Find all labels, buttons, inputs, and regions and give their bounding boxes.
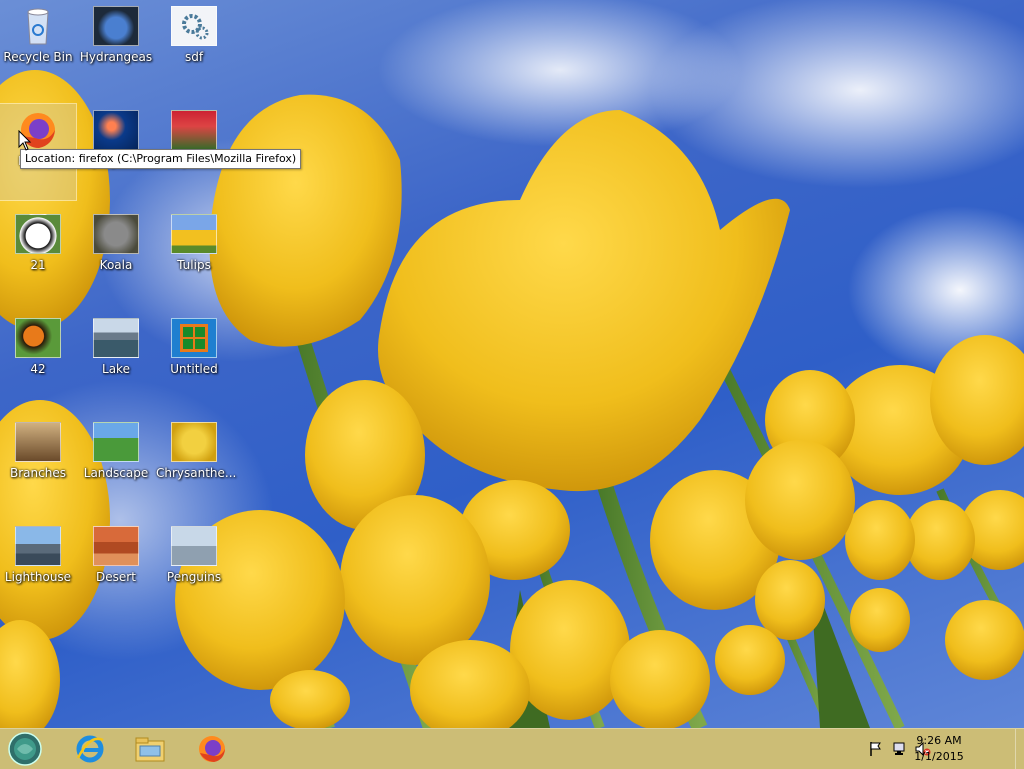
desktop-icon-branches[interactable]: Branches [0, 416, 76, 512]
desktop-icon-hydrangeas[interactable]: Hydrangeas [78, 0, 154, 96]
desktop-icon-desert[interactable]: Desert [78, 520, 154, 616]
taskbar-file-explorer[interactable] [123, 729, 177, 769]
desktop-icon-sdf[interactable]: sdf [156, 0, 232, 96]
image-file-icon [171, 422, 217, 462]
desktop-icon-label: sdf [184, 50, 204, 64]
image-file-icon [93, 6, 139, 46]
image-file-icon [15, 214, 61, 254]
desktop-icon-21[interactable]: 21 [0, 208, 76, 304]
desktop-icon-label: Recycle Bin [3, 50, 73, 64]
start-orb-icon [8, 732, 42, 766]
desktop-icon-label: Chrysanthe... [156, 466, 237, 480]
desktop-icon-label: Branches [10, 466, 66, 480]
desktop-icon-chrysanthe[interactable]: Chrysanthe... [156, 416, 237, 512]
desktop-icon-koala[interactable]: Koala [78, 208, 154, 304]
image-file-icon [93, 422, 139, 462]
image-file-icon [93, 214, 139, 254]
desktop-icon-tulips[interactable]: Tulips [156, 208, 232, 304]
image-file-icon [93, 110, 139, 150]
desktop-icon-label: Landscape [83, 466, 149, 480]
mouse-cursor-icon [18, 130, 32, 151]
system-clock[interactable]: 9:26 AM 1/1/2015 [904, 733, 974, 765]
desktop-icon-label: 21 [30, 258, 46, 272]
firefox-icon [199, 736, 225, 762]
desktop-icon-42[interactable]: 42 [0, 312, 76, 408]
image-file-icon [171, 214, 217, 254]
clock-date: 1/1/2015 [914, 750, 964, 763]
desktop-icon-lighthouse[interactable]: Lighthouse [0, 520, 76, 616]
desktop-icon-label: Lake [102, 362, 130, 376]
image-file-icon [171, 110, 217, 150]
desktop-icon-label: Hydrangeas [79, 50, 153, 64]
flag-icon[interactable] [868, 741, 884, 757]
show-desktop-button[interactable] [1015, 729, 1024, 769]
desktop[interactable]: Recycle BinHydrangeassdfFirefoxJellyfish… [0, 0, 1024, 728]
taskbar-internet-explorer[interactable] [63, 729, 117, 769]
image-file-icon [15, 422, 61, 462]
firefox-location-tooltip: Location: firefox (C:\Program Files\Mozi… [20, 149, 302, 169]
desktop-icon-label: Koala [99, 258, 133, 272]
desktop-icon-label: 42 [30, 362, 46, 376]
desktop-icon-landscape[interactable]: Landscape [78, 416, 154, 512]
taskbar-firefox[interactable] [185, 729, 239, 769]
start-button[interactable] [6, 731, 44, 767]
desktop-icon-penguins[interactable]: Penguins [156, 520, 232, 616]
desktop-icon-untitled[interactable]: Untitled [156, 312, 232, 408]
desktop-icon-lake[interactable]: Lake [78, 312, 154, 408]
image-file-icon [171, 526, 217, 566]
image-file-icon [15, 526, 61, 566]
image-file-icon [93, 318, 139, 358]
desktop-icon-label: Desert [96, 570, 136, 584]
internet-explorer-icon [76, 735, 104, 763]
settings-shortcut-icon [171, 6, 217, 46]
desktop-icon-label: Lighthouse [4, 570, 72, 584]
image-file-icon [15, 318, 61, 358]
file-explorer-icon [135, 737, 165, 762]
clock-time: 9:26 AM [916, 734, 962, 747]
image-file-icon [93, 526, 139, 566]
desktop-icon-label: Penguins [166, 570, 222, 584]
desktop-icon-recycle-bin[interactable]: Recycle Bin [0, 0, 76, 96]
application-icon [171, 318, 217, 358]
recycle-bin-icon [15, 6, 61, 46]
desktop-icon-label: Tulips [177, 258, 211, 272]
desktop-icon-label: Untitled [170, 362, 218, 376]
taskbar: 9:26 AM 1/1/2015 [0, 728, 1024, 769]
